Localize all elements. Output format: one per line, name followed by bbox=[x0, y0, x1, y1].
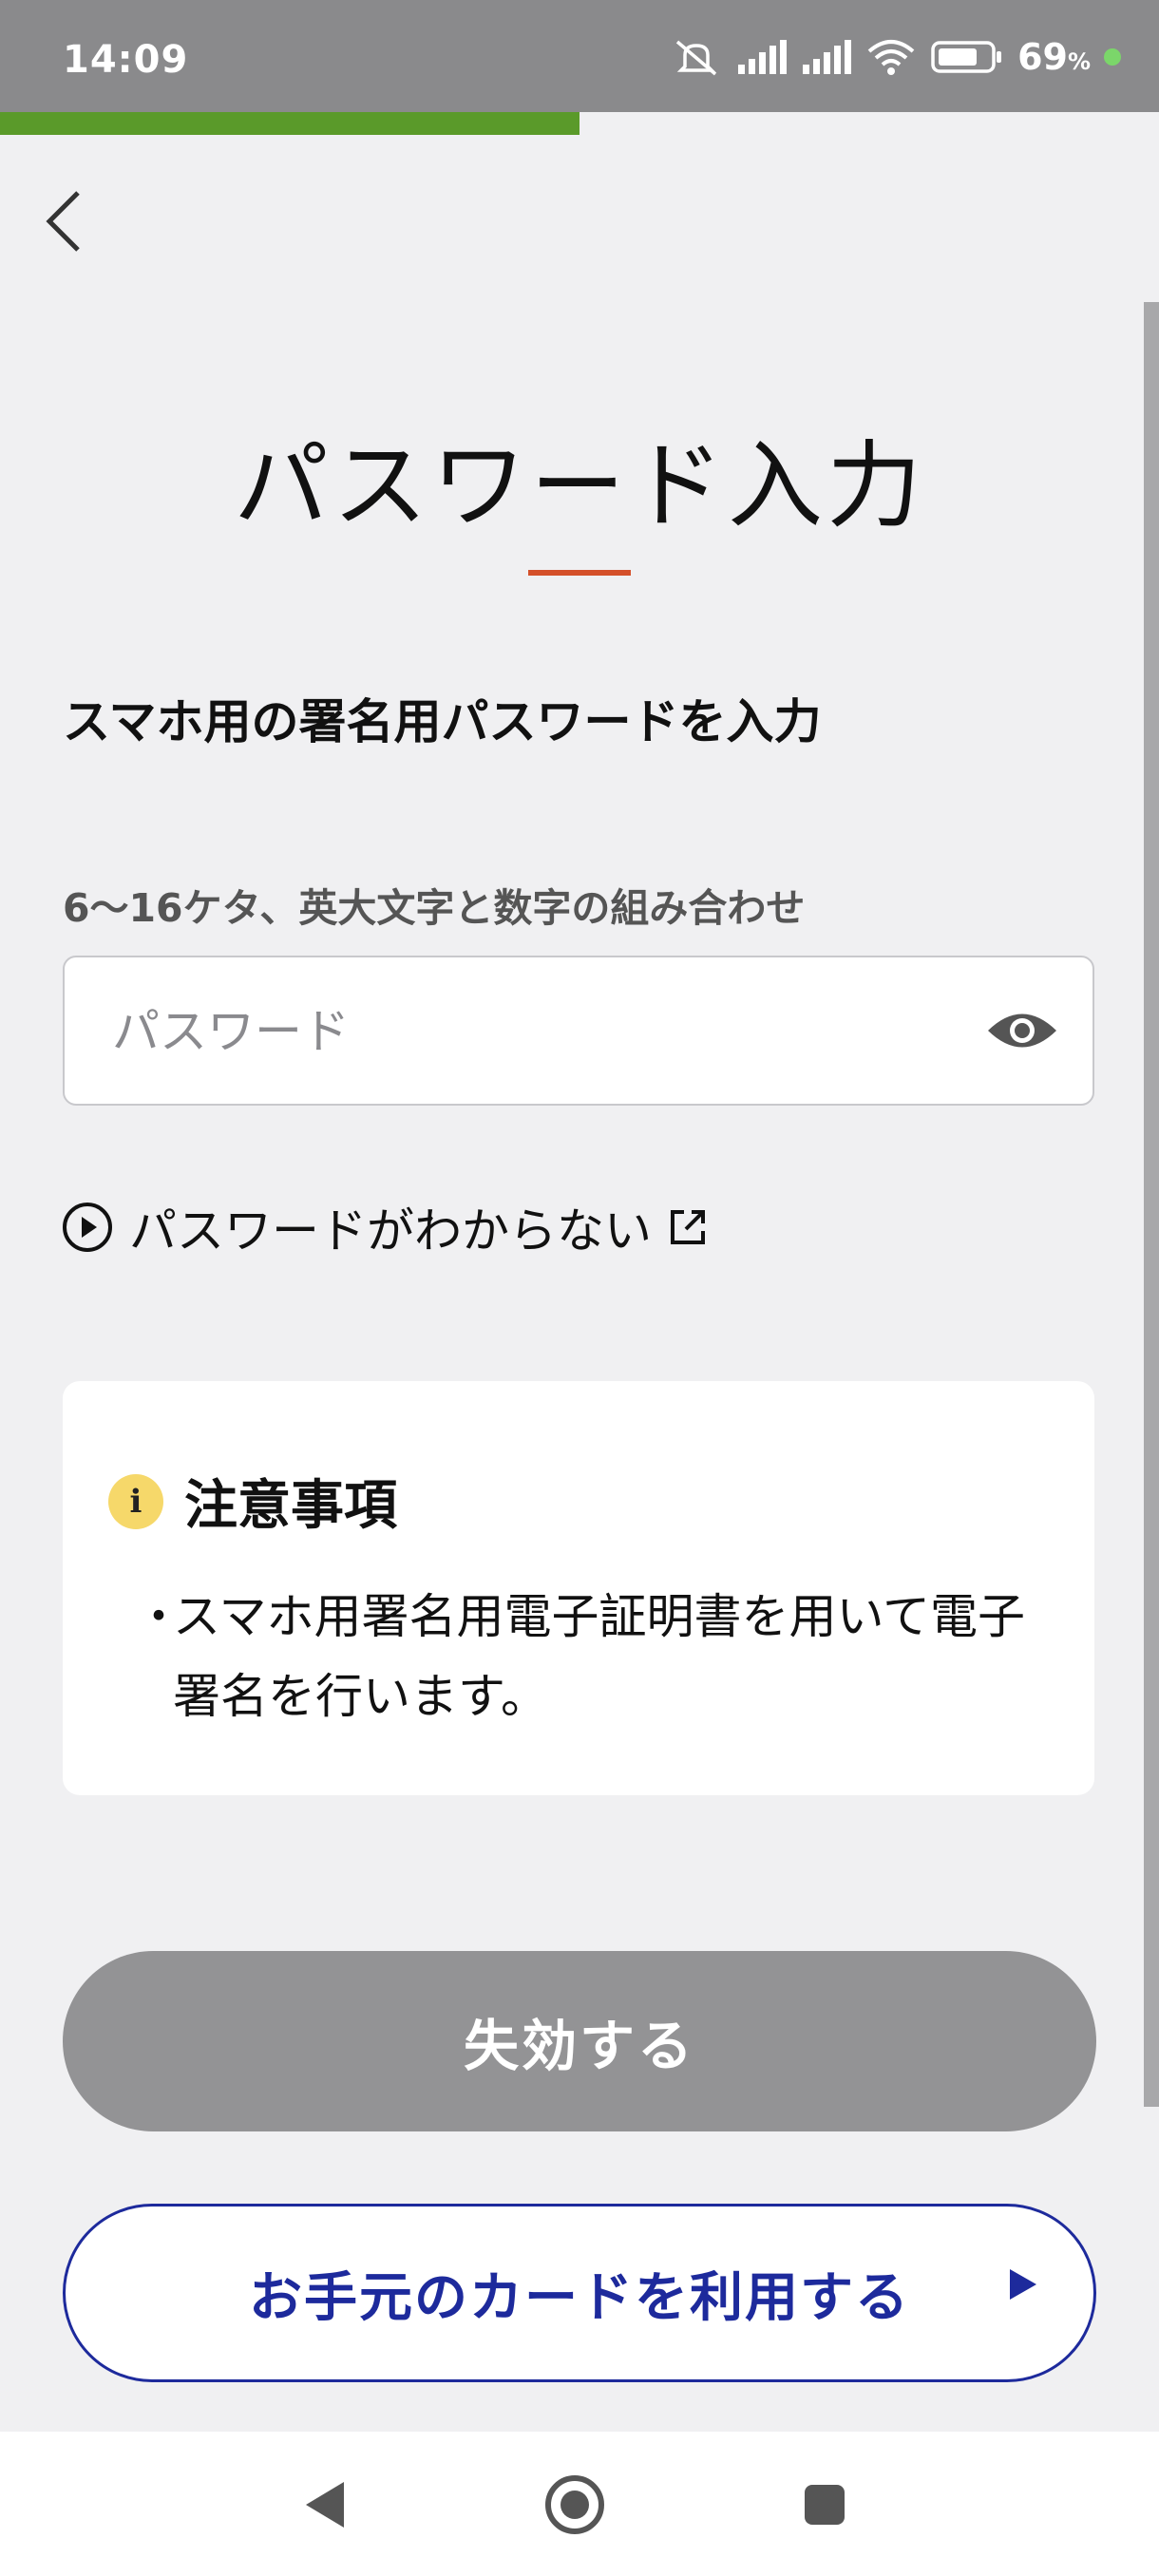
notice-card: i 注意事項 ・ スマホ用署名用電子証明書を用いて電子署名を行います。 bbox=[63, 1381, 1094, 1795]
nav-recents-icon bbox=[805, 2485, 845, 2525]
battery-icon bbox=[931, 41, 1002, 73]
mute-icon bbox=[675, 40, 717, 76]
forgot-password-label: パスワードがわからない bbox=[129, 1203, 652, 1259]
play-circle-icon bbox=[63, 1203, 112, 1252]
triangle-right-icon bbox=[1010, 2269, 1036, 2300]
battery-percent: 69% bbox=[1017, 36, 1091, 78]
scrollbar[interactable] bbox=[1144, 302, 1159, 2107]
use-card-label: お手元のカードを利用する bbox=[249, 2266, 910, 2329]
notice-header: i 注意事項 bbox=[108, 1463, 397, 1540]
status-icons: 69% bbox=[672, 36, 1121, 78]
progress-bar bbox=[0, 112, 1159, 135]
nav-home-icon bbox=[545, 2475, 604, 2534]
notice-title: 注意事項 bbox=[184, 1475, 397, 1537]
section-subtitle: スマホ用の署名用パスワードを入力 bbox=[63, 694, 822, 749]
info-icon: i bbox=[108, 1473, 163, 1529]
password-input[interactable] bbox=[110, 957, 969, 1106]
notice-bullet: ・ bbox=[135, 1589, 182, 1644]
show-password-toggle[interactable] bbox=[986, 997, 1058, 1064]
external-link-icon bbox=[671, 1210, 705, 1244]
signal-icon bbox=[738, 40, 788, 74]
signal-icon bbox=[803, 40, 852, 74]
status-bar: 14:09 69% bbox=[0, 0, 1159, 112]
revoke-button[interactable]: 失効する bbox=[63, 1951, 1096, 2131]
password-field[interactable] bbox=[63, 956, 1094, 1106]
navigation-bar bbox=[0, 2432, 1159, 2576]
back-button[interactable] bbox=[34, 179, 91, 264]
page-title: パスワード入力 bbox=[234, 430, 925, 541]
notice-text: スマホ用署名用電子証明書を用いて電子署名を行います。 bbox=[173, 1589, 1025, 1724]
wifi-icon bbox=[867, 40, 915, 75]
nav-recents-button[interactable] bbox=[791, 2472, 858, 2538]
nav-home-button[interactable] bbox=[542, 2472, 608, 2538]
progress-fill bbox=[0, 112, 580, 135]
chevron-left-icon bbox=[46, 191, 80, 252]
nav-back-icon bbox=[306, 2482, 344, 2528]
status-time: 14:09 bbox=[63, 38, 189, 82]
use-card-button[interactable]: お手元のカードを利用する bbox=[63, 2204, 1096, 2382]
nav-back-button[interactable] bbox=[292, 2472, 358, 2538]
privacy-indicator-dot bbox=[1104, 48, 1121, 66]
notice-item: ・ スマホ用署名用電子証明書を用いて電子署名を行います。 bbox=[135, 1577, 1066, 1736]
eye-icon bbox=[988, 1013, 1056, 1048]
title-underline bbox=[528, 570, 631, 576]
forgot-password-link[interactable]: パスワードがわからない bbox=[61, 1193, 709, 1261]
password-hint: 6〜16ケタ、英大文字と数字の組み合わせ bbox=[63, 885, 806, 931]
